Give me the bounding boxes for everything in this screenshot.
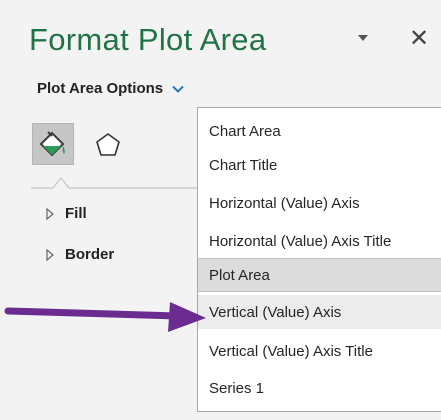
dropdown-item-label: Chart Area <box>209 122 281 140</box>
plot-area-options-label: Plot Area Options <box>37 80 164 97</box>
dropdown-item-chart-area[interactable]: Chart Area <box>198 114 441 148</box>
dropdown-item-plot-area[interactable]: Plot Area <box>198 258 441 292</box>
dropdown-item-label: Plot Area <box>209 266 270 284</box>
dropdown-item-label: Chart Title <box>209 156 278 174</box>
section-border-label: Border <box>65 246 115 263</box>
dropdown-item-vertical-axis-title[interactable]: Vertical (Value) Axis Title <box>198 334 441 368</box>
dropdown-item-label: Vertical (Value) Axis Title <box>209 342 373 360</box>
pane-title: Format Plot Area <box>29 22 267 57</box>
dropdown-item-horizontal-axis-title[interactable]: Horizontal (Value) Axis Title <box>198 224 441 258</box>
fill-and-line-tab[interactable] <box>32 123 74 165</box>
effects-tab[interactable] <box>88 125 128 165</box>
section-fill-label: Fill <box>65 205 87 222</box>
dropdown-item-vertical-axis[interactable]: Vertical (Value) Axis <box>198 295 441 329</box>
chevron-down-icon <box>172 85 184 93</box>
fill-and-line-icon <box>39 131 65 157</box>
task-pane-options-button[interactable] <box>353 28 373 48</box>
dropdown-item-horizontal-axis[interactable]: Horizontal (Value) Axis <box>198 186 441 220</box>
caret-down-icon <box>358 35 368 41</box>
plot-area-options-selector[interactable]: Plot Area Options <box>37 80 185 97</box>
expand-arrow-icon <box>46 248 54 261</box>
expand-arrow-icon <box>46 207 54 220</box>
format-plot-area-pane: Format Plot Area ✕ Plot Area Options Fil… <box>0 0 441 420</box>
chart-elements-dropdown: Chart Area Chart Title Horizontal (Value… <box>197 107 441 412</box>
dropdown-item-label: Series 1 <box>209 379 265 397</box>
dropdown-item-chart-title[interactable]: Chart Title <box>198 148 441 182</box>
section-border[interactable]: Border <box>45 246 114 263</box>
dropdown-item-label: Horizontal (Value) Axis <box>209 194 360 212</box>
close-icon: ✕ <box>408 24 430 52</box>
annotation-arrow-icon <box>4 302 206 332</box>
close-button[interactable]: ✕ <box>405 24 433 52</box>
dropdown-item-label: Vertical (Value) Axis <box>209 303 342 321</box>
dropdown-item-series-1[interactable]: Series 1 <box>198 371 441 405</box>
section-fill[interactable]: Fill <box>45 205 87 222</box>
tab-divider <box>31 177 199 189</box>
pentagon-effects-icon <box>96 133 120 156</box>
dropdown-item-label: Horizontal (Value) Axis Title <box>209 232 392 250</box>
